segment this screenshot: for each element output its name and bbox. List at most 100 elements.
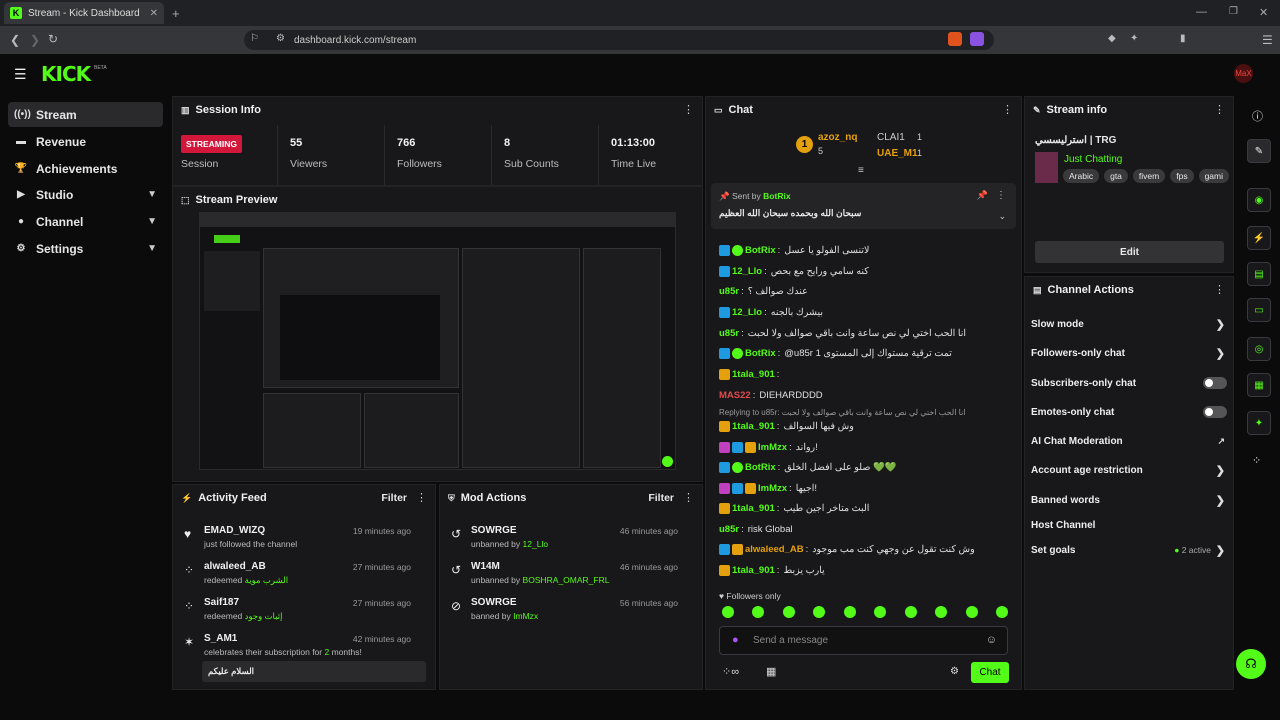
chat-username[interactable]: 1tala_901 xyxy=(732,565,775,576)
stream-preview-video[interactable] xyxy=(199,212,676,470)
forward-icon[interactable]: ❯ xyxy=(30,33,40,47)
new-tab-icon[interactable]: + xyxy=(172,6,180,21)
emoji-icon[interactable]: ☺ xyxy=(986,634,997,646)
points-icon[interactable]: ⁘∞ xyxy=(722,665,739,678)
bookmark-icon[interactable]: ⚐ xyxy=(250,33,259,44)
wrench-icon[interactable]: ✦ xyxy=(1247,411,1271,435)
mod-target[interactable]: W14M xyxy=(471,561,500,572)
chat-input[interactable]: ● Send a message ☺ xyxy=(719,626,1008,655)
broadcast-icon[interactable]: ◎ xyxy=(1247,337,1271,361)
emote-icon[interactable] xyxy=(813,606,826,618)
chat-bubble-icon[interactable]: ▭ xyxy=(1247,298,1271,322)
more-options-icon[interactable]: ⋮ xyxy=(996,190,1006,201)
chat-username[interactable]: ImMzx xyxy=(758,483,787,494)
more-options-icon[interactable]: ⋮ xyxy=(683,103,694,116)
emote-icon[interactable] xyxy=(874,606,887,618)
edit-layout-icon[interactable]: ✎ xyxy=(1247,139,1271,163)
set-goals-action[interactable]: Set goals ● 2 active ❯ xyxy=(1031,540,1227,560)
gifter-name[interactable]: CLAI1 xyxy=(877,132,905,143)
chat-username[interactable]: 12_Llo xyxy=(732,307,762,318)
gifter-name[interactable]: azoz_nq xyxy=(818,132,857,143)
slow-mode-action[interactable]: Slow mode ❯ xyxy=(1031,314,1227,334)
extension-icon[interactable]: ◆ xyxy=(1108,33,1116,44)
account-age-action[interactable]: Account age restriction ❯ xyxy=(1031,460,1227,480)
store-icon[interactable]: ▦ xyxy=(766,665,776,678)
minimize-icon[interactable]: — xyxy=(1196,6,1207,18)
chat-username[interactable]: MAS22 xyxy=(719,390,751,401)
feed-user[interactable]: Saif187 xyxy=(204,597,239,608)
chat-username[interactable]: BotRix xyxy=(745,245,776,256)
chat-username[interactable]: u85r xyxy=(719,524,739,535)
sidebar-item-stream[interactable]: ((•)) Stream xyxy=(8,102,163,127)
browser-tab[interactable]: K Stream - Kick Dashboard ✕ xyxy=(4,2,164,24)
sidebar-item-channel[interactable]: ● Channel ▼ xyxy=(8,209,163,234)
banned-words-action[interactable]: Banned words ❯ xyxy=(1031,490,1227,510)
chat-username[interactable]: BotRix xyxy=(745,348,776,359)
emotes-only-toggle[interactable] xyxy=(1203,406,1227,418)
chat-username[interactable]: 12_Llo xyxy=(732,266,762,277)
chat-username[interactable]: ImMzx xyxy=(758,442,787,453)
mod-target[interactable]: SOWRGE xyxy=(471,597,517,608)
chat-settings-icon[interactable]: ⚙ xyxy=(950,666,959,677)
help-support-icon[interactable]: ☊ xyxy=(1236,649,1266,679)
flash-icon[interactable]: ⚡ xyxy=(1247,226,1271,250)
microphone-icon[interactable]: ● xyxy=(732,634,739,646)
more-options-icon[interactable]: ⋮ xyxy=(683,491,694,504)
sidebar-item-settings[interactable]: ⚙ Settings ▼ xyxy=(8,236,163,261)
more-options-icon[interactable]: ⋮ xyxy=(1002,103,1013,116)
url-field[interactable]: dashboard.kick.com/stream xyxy=(244,30,994,50)
window-close-icon[interactable]: ✕ xyxy=(1259,6,1268,19)
layout-icon[interactable]: ▦ xyxy=(1247,373,1271,397)
chat-username[interactable]: u85r xyxy=(719,286,739,297)
gifter-name[interactable]: UAE_M1 xyxy=(877,148,918,159)
followers-only-action[interactable]: Followers-only chat ❯ xyxy=(1031,343,1227,363)
hamburger-menu-icon[interactable]: ☰ xyxy=(14,66,27,83)
emote-icon[interactable] xyxy=(995,606,1008,618)
subscribers-only-toggle[interactable] xyxy=(1203,377,1227,389)
document-icon[interactable]: ▤ xyxy=(1247,262,1271,286)
info-icon[interactable]: ⓘ xyxy=(1252,108,1263,124)
mod-target[interactable]: SOWRGE xyxy=(471,525,517,536)
back-icon[interactable]: ❮ xyxy=(10,33,20,47)
stream-category[interactable]: Just Chatting xyxy=(1064,154,1122,165)
emote-icon[interactable] xyxy=(935,606,948,618)
chat-username[interactable]: BotRix xyxy=(745,462,776,473)
more-options-icon[interactable]: ⋮ xyxy=(1214,103,1225,116)
send-chat-button[interactable]: Chat xyxy=(971,662,1009,683)
rewards-icon[interactable] xyxy=(970,32,984,46)
community-icon[interactable]: ⁘ xyxy=(1252,454,1261,467)
emote-icon[interactable] xyxy=(782,606,795,618)
filter-button[interactable]: Filter xyxy=(381,492,407,504)
collapse-icon[interactable]: ≡ xyxy=(858,165,864,176)
sidebar-item-studio[interactable]: ▶ Studio ▼ xyxy=(8,182,163,207)
sidebar-item-achievements[interactable]: 🏆 Achievements xyxy=(8,156,163,181)
kick-logo[interactable]: KICK xyxy=(41,62,91,86)
emote-icon[interactable] xyxy=(965,606,978,618)
avatar[interactable]: MaX xyxy=(1234,64,1253,83)
more-options-icon[interactable]: ⋮ xyxy=(1214,283,1225,296)
chevron-down-icon[interactable]: ⌄ xyxy=(998,211,1006,222)
filter-button[interactable]: Filter xyxy=(648,492,674,504)
menu-icon[interactable]: ☰ xyxy=(1262,33,1273,47)
chat-username[interactable]: 1tala_901 xyxy=(732,503,775,514)
feed-user[interactable]: S_AM1 xyxy=(204,633,237,644)
emote-icon[interactable] xyxy=(722,606,734,618)
pin-icon[interactable]: 📌 xyxy=(977,190,988,201)
chat-username[interactable]: u85r xyxy=(719,328,739,339)
puzzle-icon[interactable]: ✦ xyxy=(1130,33,1138,44)
chat-username[interactable]: alwaleed_AB xyxy=(745,544,804,555)
site-info-icon[interactable]: ⚙ xyxy=(276,33,285,44)
ai-moderation-action[interactable]: AI Chat Moderation ↗ xyxy=(1031,431,1227,451)
chat-username[interactable]: 1tala_901 xyxy=(732,369,775,380)
emote-icon[interactable] xyxy=(752,606,765,618)
chat-username[interactable]: 1tala_901 xyxy=(732,421,775,432)
reload-icon[interactable]: ↻ xyxy=(48,32,58,46)
emote-icon[interactable] xyxy=(904,606,917,618)
feed-user[interactable]: EMAD_WIZQ xyxy=(204,525,265,536)
close-tab-icon[interactable]: ✕ xyxy=(150,8,158,19)
sidebar-toggle-icon[interactable]: ▮ xyxy=(1180,33,1186,44)
camera-icon[interactable]: ◉ xyxy=(1247,188,1271,212)
host-channel-action[interactable]: Host Channel xyxy=(1031,515,1227,535)
maximize-icon[interactable]: ❐ xyxy=(1229,6,1238,17)
sidebar-item-revenue[interactable]: ▬ Revenue xyxy=(8,129,163,154)
